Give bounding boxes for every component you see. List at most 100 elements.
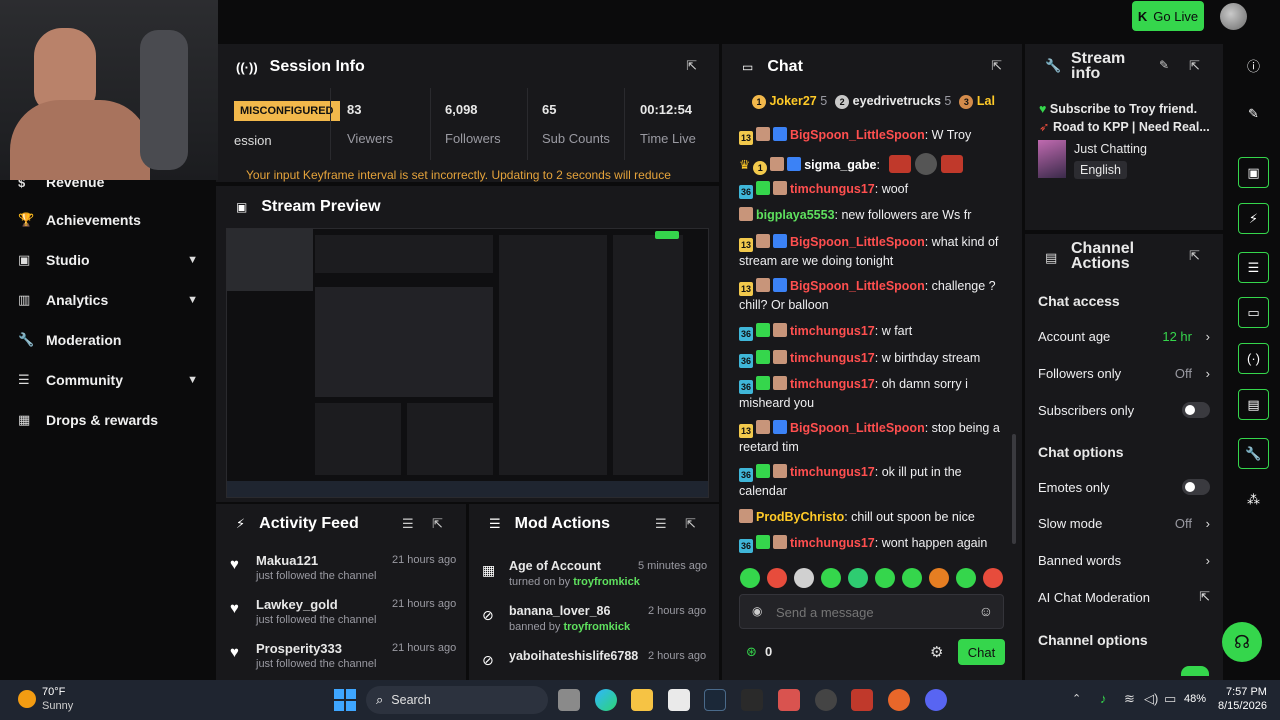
- taskbar-search[interactable]: ⌕ Search: [366, 686, 548, 714]
- ai-moderation-row[interactable]: AI Chat Moderation ⇱: [1038, 587, 1210, 607]
- app-icon[interactable]: [778, 689, 800, 711]
- wifi-icon[interactable]: ≋: [1124, 691, 1135, 707]
- emoji-picker-icon[interactable]: ☺: [979, 603, 993, 619]
- app-icon[interactable]: [851, 689, 873, 711]
- subscribers-only-toggle[interactable]: [1182, 402, 1210, 418]
- popout-icon[interactable]: ⇱: [432, 516, 443, 532]
- leader-item[interactable]: 1 Joker27 5: [752, 94, 827, 109]
- reply-icon[interactable]: ◉: [752, 604, 762, 618]
- list-item: ♥ Prosperity333 21 hours ago just follow…: [216, 638, 466, 682]
- chat-username[interactable]: timchungus17: [790, 324, 875, 338]
- wrench-toggle-icon[interactable]: 🔧: [1238, 438, 1269, 469]
- chat-scrollbar[interactable]: [1012, 434, 1016, 544]
- edit-pencil-icon[interactable]: ✎: [1238, 98, 1269, 129]
- lightning-icon: ⚡: [236, 516, 246, 531]
- slow-mode-row[interactable]: Slow mode Off ›: [1038, 513, 1210, 533]
- emote-icon[interactable]: [794, 568, 814, 588]
- banned-words-row[interactable]: Banned words ›: [1038, 550, 1210, 570]
- moderator-link[interactable]: troyfromkick: [563, 621, 630, 633]
- leader-item[interactable]: 2 eyedrivetrucks 5: [835, 94, 951, 109]
- community-icon[interactable]: ⁂: [1238, 484, 1269, 515]
- channel-points-icon[interactable]: ⊛: [746, 644, 757, 660]
- popout-icon[interactable]: ⇱: [686, 58, 697, 74]
- chat-username[interactable]: BigSpoon_LittleSpoon: [790, 235, 925, 249]
- discord-icon[interactable]: [925, 689, 947, 711]
- filter-icon[interactable]: ☰: [655, 516, 667, 532]
- file-explorer-icon[interactable]: [631, 689, 653, 711]
- sidebar-item-community[interactable]: ☰ Community ▼: [18, 368, 198, 392]
- sidebar-item-drops-rewards[interactable]: ▦ Drops & rewards: [18, 408, 198, 432]
- popout-icon[interactable]: ⇱: [991, 58, 1002, 74]
- category-thumbnail[interactable]: [1038, 140, 1066, 178]
- battery-percent: 48%: [1184, 693, 1207, 705]
- popout-icon[interactable]: ⇱: [685, 516, 696, 532]
- chat-username[interactable]: timchungus17: [790, 377, 875, 391]
- chat-send-button[interactable]: Chat: [958, 639, 1005, 665]
- leader-item[interactable]: 3 Lal: [959, 94, 995, 109]
- sidebar-item-achievements[interactable]: 🏆 Achievements: [18, 208, 198, 232]
- category-name[interactable]: Just Chatting: [1074, 142, 1147, 156]
- list-toggle-icon[interactable]: ☰: [1238, 252, 1269, 283]
- emote-icon[interactable]: [740, 568, 760, 588]
- clock-time[interactable]: 7:57 PM: [1226, 686, 1267, 698]
- steam-icon[interactable]: [704, 689, 726, 711]
- chat-username[interactable]: BigSpoon_LittleSpoon: [790, 279, 925, 293]
- edge-browser-icon[interactable]: [595, 689, 617, 711]
- weather-temp[interactable]: 70°F: [42, 686, 65, 698]
- chat-username[interactable]: BigSpoon_LittleSpoon: [790, 421, 925, 435]
- filter-icon[interactable]: ☰: [402, 516, 414, 532]
- emote-icon[interactable]: [848, 568, 868, 588]
- followers-only-row[interactable]: Followers only Off ›: [1038, 363, 1210, 383]
- emote-icon[interactable]: [929, 568, 949, 588]
- gift-badge-icon: [756, 376, 770, 390]
- emotes-only-row: Emotes only: [1038, 477, 1210, 497]
- obs-icon[interactable]: [815, 689, 837, 711]
- sidebar-item-moderation[interactable]: 🔧 Moderation: [18, 328, 198, 352]
- chat-username[interactable]: BigSpoon_LittleSpoon: [790, 128, 925, 142]
- chat-username[interactable]: timchungus17: [790, 182, 875, 196]
- emote-icon[interactable]: [983, 568, 1003, 588]
- edit-pencil-icon[interactable]: ✎: [1159, 58, 1169, 72]
- microphone-icon[interactable]: ♪: [1100, 691, 1107, 706]
- emote-icon[interactable]: [875, 568, 895, 588]
- sidebar-item-analytics[interactable]: ▥ Analytics ▼: [18, 288, 198, 312]
- channel-option-toggle[interactable]: [1181, 666, 1209, 676]
- volume-icon[interactable]: ◁): [1144, 691, 1158, 707]
- account-age-row[interactable]: Account age 12 hr ›: [1038, 326, 1210, 346]
- app-icon[interactable]: [741, 689, 763, 711]
- chat-input[interactable]: [776, 603, 966, 621]
- chevron-up-icon[interactable]: ⌃: [1072, 692, 1081, 705]
- sidebar-item-studio[interactable]: ▣ Studio ▼: [18, 248, 198, 272]
- go-live-button[interactable]: K Go Live: [1132, 1, 1204, 31]
- avatar-badge-icon: [756, 127, 770, 141]
- chat-username[interactable]: timchungus17: [790, 351, 875, 365]
- emote-icon[interactable]: [767, 568, 787, 588]
- support-headset-icon[interactable]: ☊: [1222, 622, 1262, 662]
- lightning-toggle-icon[interactable]: ⚡: [1238, 203, 1269, 234]
- preview-toggle-icon[interactable]: ▣: [1238, 157, 1269, 188]
- chat-username[interactable]: bigplaya5553: [756, 208, 835, 222]
- emote-icon[interactable]: [956, 568, 976, 588]
- windows-start-icon[interactable]: [334, 689, 356, 711]
- chat-username[interactable]: timchungus17: [790, 536, 875, 550]
- chat-settings-gear-icon[interactable]: ⚙: [930, 643, 943, 661]
- firefox-icon[interactable]: [888, 689, 910, 711]
- chat-toggle-icon[interactable]: ▭: [1238, 297, 1269, 328]
- emote-icon[interactable]: [821, 568, 841, 588]
- popout-icon[interactable]: ⇱: [1189, 248, 1200, 264]
- battery-icon[interactable]: ▭: [1164, 691, 1176, 707]
- chat-username[interactable]: sigma_gabe: [804, 158, 876, 172]
- popout-icon[interactable]: ⇱: [1189, 58, 1200, 74]
- stream-preview-video[interactable]: [226, 228, 709, 498]
- user-avatar[interactable]: [1220, 3, 1247, 30]
- moderator-link[interactable]: troyfromkick: [573, 576, 640, 588]
- broadcast-toggle-icon[interactable]: (·): [1238, 343, 1269, 374]
- store-icon[interactable]: [668, 689, 690, 711]
- chat-username[interactable]: ProdByChristo: [756, 510, 844, 524]
- chat-username[interactable]: timchungus17: [790, 465, 875, 479]
- task-view-icon[interactable]: [558, 689, 580, 711]
- channel-actions-toggle-icon[interactable]: ▤: [1238, 389, 1269, 420]
- emotes-only-toggle[interactable]: [1182, 479, 1210, 495]
- info-icon[interactable]: ⓘ: [1238, 50, 1269, 81]
- emote-icon[interactable]: [902, 568, 922, 588]
